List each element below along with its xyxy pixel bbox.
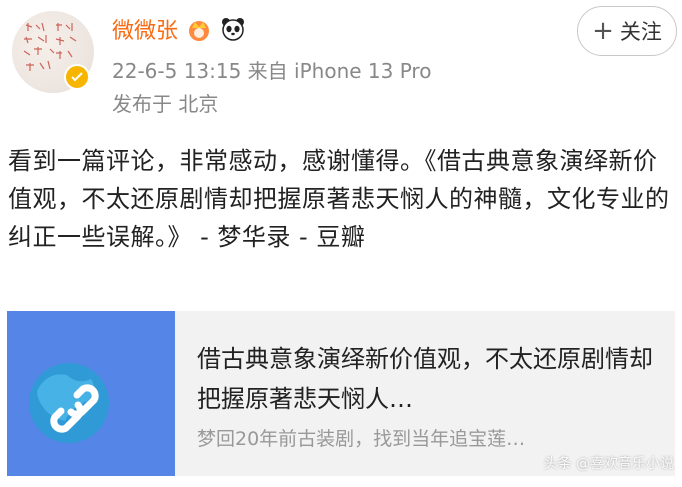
link-card[interactable]: 借古典意象演绎新价值观，不太还原剧情却把握原著悲天悯人… 梦回20年前古装剧，找… [7, 311, 675, 476]
follow-label: 关注 [619, 20, 662, 44]
follow-button[interactable]: + 关注 [577, 6, 677, 56]
link-card-description: 梦回20年前古装剧，找到当年追宝莲… [197, 428, 526, 450]
crown-icon [189, 21, 210, 41]
post-location: 发布于 北京 [112, 92, 219, 116]
username[interactable]: 微微张 [112, 13, 178, 45]
post-timestamp-source: 22-6-5 13:15 来自 iPhone 13 Pro [112, 59, 432, 83]
panda-icon [222, 18, 245, 41]
link-card-thumbnail [7, 311, 175, 476]
plus-icon: + [592, 16, 614, 46]
post-body-text: 看到一篇评论，非常感动，感谢懂得。《借古典意象演绎新价值观，不太还原剧情却把握原… [8, 147, 670, 251]
watermark: 头条 @喜欢音乐小说 [543, 456, 674, 472]
link-card-title: 借古典意象演绎新价值观，不太还原剧情却把握原著悲天悯人… [197, 345, 653, 413]
link-icon [29, 363, 109, 443]
verified-badge-icon [64, 64, 90, 90]
user-name-row: 微微张 [112, 14, 246, 44]
